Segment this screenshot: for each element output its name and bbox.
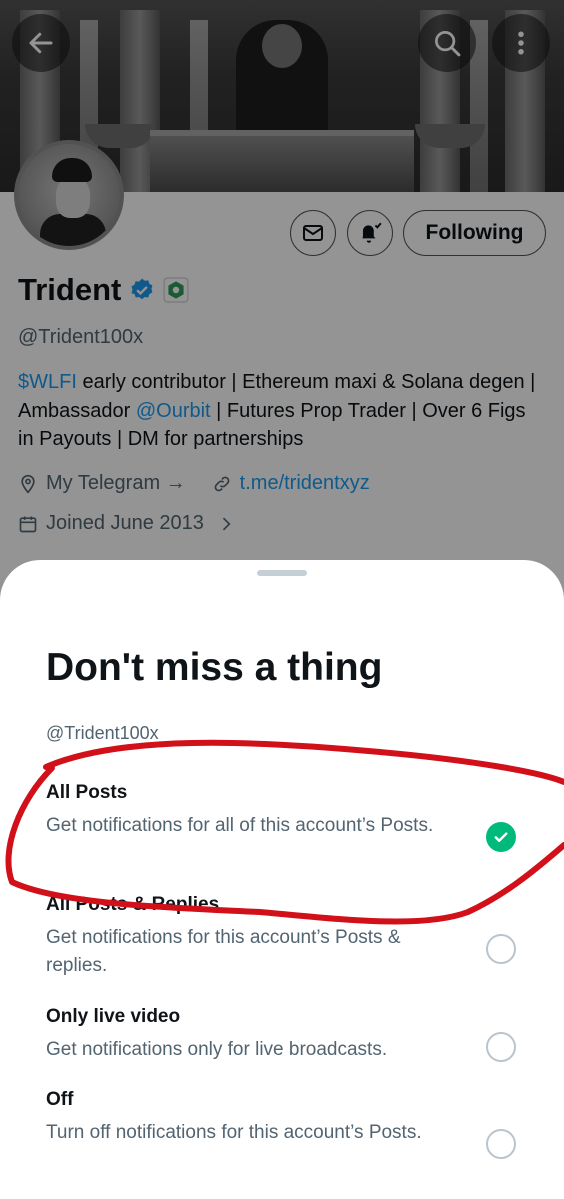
option-all-posts[interactable]: All Posts Get notifications for all of t… — [46, 782, 516, 840]
option-title: Off — [46, 1089, 74, 1110]
option-title: All Posts — [46, 782, 128, 803]
sheet-grabber[interactable] — [257, 570, 307, 576]
radio-only-live-video[interactable] — [486, 1032, 516, 1062]
radio-all-posts-replies[interactable] — [486, 934, 516, 964]
option-title: Only live video — [46, 1006, 181, 1027]
option-description: Turn off notifications for this account’… — [46, 1122, 422, 1143]
sheet-title: Don't miss a thing — [46, 646, 383, 689]
radio-all-posts[interactable] — [486, 822, 516, 852]
radio-off[interactable] — [486, 1129, 516, 1159]
option-title: All Posts & Replies — [46, 894, 220, 915]
option-off[interactable]: Off Turn off notifications for this acco… — [46, 1089, 516, 1147]
option-description: Get notifications only for live broadcas… — [46, 1039, 388, 1060]
option-all-posts-replies[interactable]: All Posts & Replies Get notifications fo… — [46, 894, 516, 980]
option-only-live-video[interactable]: Only live video Get notifications only f… — [46, 1006, 516, 1064]
notification-settings-sheet: Don't miss a thing @Trident100x All Post… — [0, 560, 564, 1199]
sheet-handle: @Trident100x — [46, 723, 159, 743]
checkmark-icon — [494, 832, 508, 842]
option-description: Get notifications for all of this accoun… — [46, 815, 434, 836]
option-description: Get notifications for this account’s Pos… — [46, 927, 401, 976]
